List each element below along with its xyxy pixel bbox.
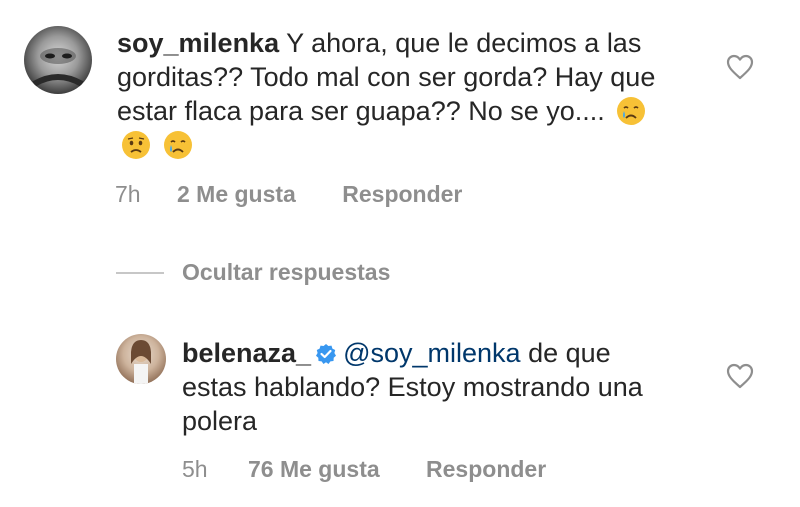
mention-link[interactable]: @soy_milenka bbox=[343, 338, 520, 368]
likes-count[interactable]: 76 Me gusta bbox=[248, 456, 380, 483]
like-heart-icon[interactable] bbox=[726, 54, 754, 80]
avatar-belenaza[interactable] bbox=[116, 334, 166, 384]
avatar-soy-milenka[interactable] bbox=[24, 26, 92, 94]
verified-badge-icon bbox=[316, 344, 337, 364]
profile-photo-icon bbox=[32, 48, 84, 87]
reply-button[interactable]: Responder bbox=[426, 456, 546, 483]
reply-body: belenaza_ @soy_milenka de que estas habl… bbox=[182, 336, 682, 438]
comment-meta: 5h 76 Me gusta Responder bbox=[182, 456, 546, 483]
hide-replies-button[interactable]: Ocultar respuestas bbox=[182, 259, 390, 286]
comment-username[interactable]: belenaza_ bbox=[182, 338, 311, 368]
profile-photo-icon bbox=[131, 340, 151, 384]
crying-face-emoji-icon bbox=[163, 131, 192, 159]
like-heart-icon[interactable] bbox=[726, 363, 754, 389]
reply-button[interactable]: Responder bbox=[342, 181, 462, 208]
likes-count[interactable]: 2 Me gusta bbox=[177, 181, 296, 208]
comment-body: soy_milenka Y ahora, que le decimos a la… bbox=[117, 26, 657, 162]
comment-username[interactable]: soy_milenka bbox=[117, 28, 279, 58]
comment-time: 5h bbox=[182, 456, 208, 482]
crying-face-emoji-icon bbox=[617, 97, 646, 125]
replies-divider bbox=[116, 272, 164, 274]
comment-time: 7h bbox=[115, 181, 141, 207]
sad-face-emoji-icon bbox=[122, 131, 150, 159]
comment-meta: 7h 2 Me gusta Responder bbox=[115, 181, 462, 208]
